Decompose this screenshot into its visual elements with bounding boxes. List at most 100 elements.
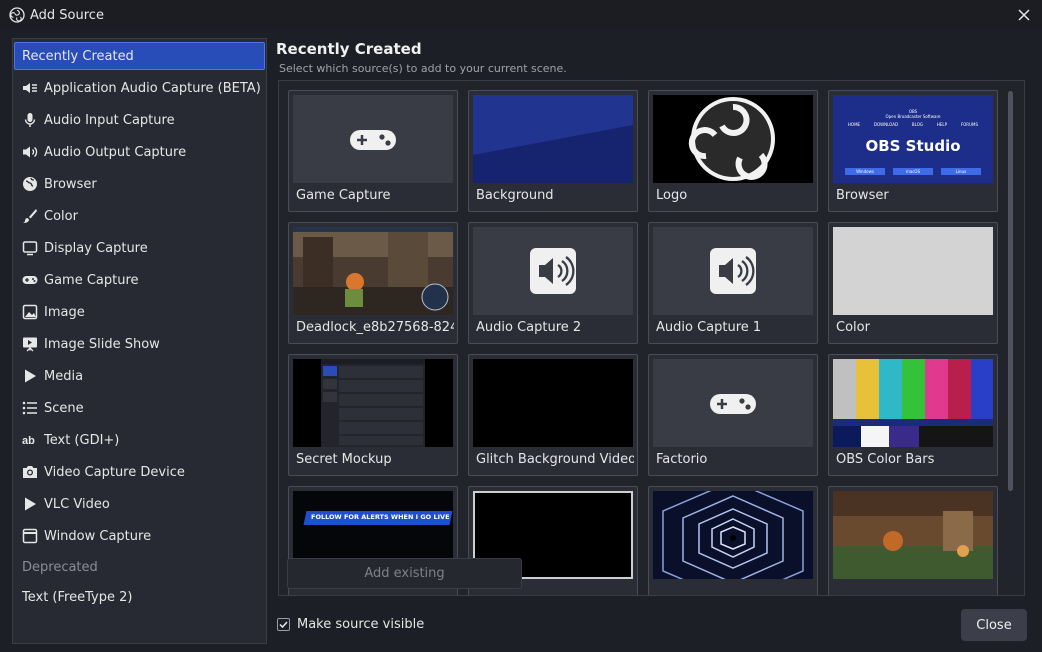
source-card-label: Audio Capture 2	[476, 320, 582, 335]
speaker-icon	[22, 144, 38, 160]
sidebar-item-label: Application Audio Capture (BETA)	[44, 80, 261, 96]
sidebar-item-text-gdi[interactable]: ab Text (GDI+)	[14, 426, 265, 454]
browser-nav-item: HELP	[936, 122, 948, 127]
source-card-label: Audio Capture 1	[656, 320, 762, 335]
sidebar-item-image-slide-show[interactable]: Image Slide Show	[14, 330, 265, 358]
source-card-secret-mockup[interactable]: Secret Mockup	[288, 354, 458, 476]
grid-scrollbar[interactable]	[1006, 89, 1014, 494]
source-thumbnail	[653, 359, 813, 447]
browser-download-button: Windows	[845, 168, 885, 175]
sidebar-item-label: Display Capture	[44, 240, 148, 256]
source-card-label: Game Capture	[296, 188, 391, 203]
source-type-list: Recently Created Application Audio Captu…	[12, 38, 267, 644]
sidebar-item-label: Scene	[44, 400, 84, 416]
sidebar-item-vlc-video[interactable]: VLC Video	[14, 490, 265, 518]
sidebar-item-audio-input-capture[interactable]: Audio Input Capture	[14, 106, 265, 134]
sidebar-item-label: Image Slide Show	[44, 336, 160, 352]
gamepad-icon	[350, 130, 396, 150]
game-screenshot-image	[833, 491, 993, 579]
sidebar-item-label: VLC Video	[44, 496, 110, 512]
source-card-tunnel[interactable]	[648, 486, 818, 595]
source-card-obs-color-bars[interactable]: OBS Color Bars	[828, 354, 998, 476]
title-bar: Add Source	[0, 0, 1042, 31]
browser-download-button: macOS	[893, 168, 933, 175]
globe-icon	[22, 176, 38, 192]
deprecated-heading: Deprecated	[22, 560, 98, 575]
source-card-audio-capture-2[interactable]: Audio Capture 2	[468, 222, 638, 344]
source-thumbnail	[293, 359, 453, 447]
sidebar-item-display-capture[interactable]: Display Capture	[14, 234, 265, 262]
gamepad-icon	[710, 394, 756, 414]
sidebar-item-game-capture[interactable]: Game Capture	[14, 266, 265, 294]
camera-icon	[22, 464, 38, 480]
sidebar-item-window-capture[interactable]: Window Capture	[14, 522, 265, 550]
game-screenshot-image	[293, 227, 453, 315]
source-grid: Game Capture Background Logo OBS Open Br…	[278, 80, 1025, 596]
obs-logo-icon	[9, 7, 25, 23]
source-card-logo[interactable]: Logo	[648, 90, 818, 212]
sidebar-item-scene[interactable]: Scene	[14, 394, 265, 422]
brush-icon	[22, 208, 38, 224]
source-card-label: Factorio	[656, 452, 708, 467]
page-title: Recently Created	[276, 40, 422, 58]
source-thumbnail	[473, 359, 633, 447]
browser-nav-item: DOWNLOAD	[873, 122, 899, 127]
speaker-icon	[710, 248, 756, 294]
monitor-icon	[22, 240, 38, 256]
sidebar-item-label: Browser	[44, 176, 97, 192]
window-title: Add Source	[30, 8, 104, 23]
sidebar-item-text-freetype2[interactable]: Text (FreeType 2)	[22, 590, 132, 605]
source-card-label: Background	[476, 188, 554, 203]
sidebar-item-image[interactable]: Image	[14, 298, 265, 326]
sidebar-item-recently-created[interactable]: Recently Created	[14, 42, 265, 70]
source-card-glitch-background-video[interactable]: Glitch Background Video	[468, 354, 638, 476]
make-source-visible-toggle[interactable]: Make source visible	[277, 617, 424, 632]
speaker-icon	[530, 248, 576, 294]
browser-download-button: Linux	[941, 168, 981, 175]
add-existing-button[interactable]: Add existing	[287, 558, 522, 589]
browser-nav-item: BLOG	[911, 122, 923, 127]
tunnel-image	[662, 491, 804, 579]
source-card-audio-capture-1[interactable]: Audio Capture 1	[648, 222, 818, 344]
gamepad-icon	[22, 272, 38, 288]
image-icon	[22, 304, 38, 320]
make-source-visible-label: Make source visible	[297, 617, 425, 632]
source-card-deadlock[interactable]: Deadlock_e8b27568-8247-4	[288, 222, 458, 344]
browser-nav-item: FORUMS	[960, 122, 979, 127]
source-thumbnail	[473, 95, 633, 183]
sidebar-item-label: Video Capture Device	[44, 464, 185, 480]
source-card-factorio[interactable]: Factorio	[648, 354, 818, 476]
source-card-game-screenshot[interactable]	[828, 486, 998, 595]
source-card-background[interactable]: Background	[468, 90, 638, 212]
sidebar-item-audio-output-capture[interactable]: Audio Output Capture	[14, 138, 265, 166]
source-card-label: Secret Mockup	[296, 452, 392, 467]
sidebar-item-browser[interactable]: Browser	[14, 170, 265, 198]
browser-nav: HOME DOWNLOAD BLOG HELP FORUMS	[841, 122, 985, 127]
sidebar-item-label: Window Capture	[44, 528, 152, 544]
svg-text:ab: ab	[22, 435, 35, 447]
sidebar-item-media[interactable]: Media	[14, 362, 265, 390]
source-thumbnail: OBS Open Broadcaster Software HOME DOWNL…	[833, 95, 993, 183]
source-thumbnail	[293, 95, 453, 183]
source-card-game-capture[interactable]: Game Capture	[288, 90, 458, 212]
sidebar-item-label: Audio Output Capture	[44, 144, 187, 160]
source-card-label: Browser	[836, 188, 889, 203]
page-subtitle: Select which source(s) to add to your cu…	[279, 62, 567, 75]
sidebar-item-color[interactable]: Color	[14, 202, 265, 230]
sidebar-item-application-audio-capture[interactable]: Application Audio Capture (BETA)	[14, 74, 265, 102]
close-icon[interactable]	[1016, 7, 1032, 23]
close-button[interactable]: Close	[961, 609, 1027, 641]
obs-logo-icon	[688, 97, 775, 181]
source-thumbnail	[473, 227, 633, 315]
source-card-browser[interactable]: OBS Open Broadcaster Software HOME DOWNL…	[828, 90, 998, 212]
browser-download-buttons: Windows macOS Linux	[845, 168, 981, 175]
make-source-visible-checkbox[interactable]	[277, 618, 290, 631]
source-card-color[interactable]: Color	[828, 222, 998, 344]
source-thumbnail	[653, 227, 813, 315]
sidebar-item-video-capture-device[interactable]: Video Capture Device	[14, 458, 265, 486]
scroll-thumb[interactable]	[1008, 91, 1013, 491]
sidebar-item-label: Color	[44, 208, 78, 224]
source-thumbnail	[653, 491, 813, 579]
source-card-label: Glitch Background Video	[476, 452, 634, 467]
slideshow-icon	[22, 336, 38, 352]
